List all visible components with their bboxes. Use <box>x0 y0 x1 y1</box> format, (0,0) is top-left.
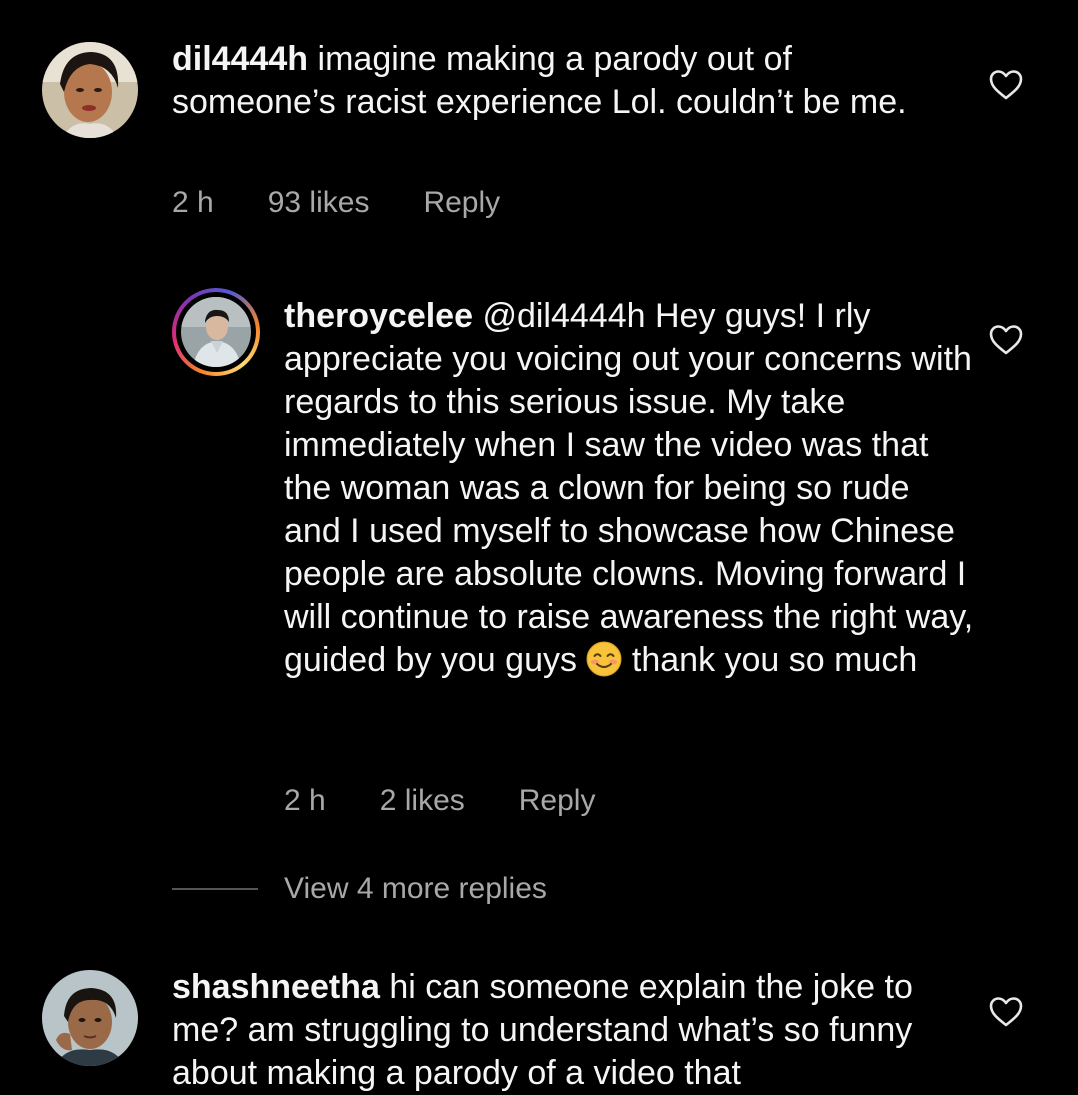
comment-text: Hey guys! I rly appreciate you voicing o… <box>284 297 974 679</box>
avatar-image-icon <box>181 297 251 367</box>
comment-text-after-emoji: thank you so much <box>631 641 918 679</box>
divider-line <box>172 888 258 890</box>
avatar-image-icon <box>42 42 138 138</box>
mention-link[interactable]: @dil4444h <box>482 297 645 335</box>
comment-meta: 2 h 2 likes Reply <box>284 784 595 818</box>
comment-likes[interactable]: 93 likes <box>268 186 370 220</box>
heart-outline-icon[interactable] <box>989 324 1023 356</box>
comment-meta: 2 h 93 likes Reply <box>172 186 500 220</box>
comment-username[interactable]: dil4444h <box>172 40 308 78</box>
avatar-dil4444h[interactable] <box>42 42 138 138</box>
avatar-image-icon <box>42 970 138 1066</box>
view-more-replies-label[interactable]: View 4 more replies <box>284 872 547 906</box>
comment-username[interactable]: theroycelee <box>284 297 473 335</box>
smiling-face-emoji <box>586 641 622 677</box>
view-more-replies[interactable]: View 4 more replies <box>172 872 547 906</box>
comment-time: 2 h <box>172 186 214 219</box>
comment-username[interactable]: shashneetha <box>172 968 380 1006</box>
reply-button[interactable]: Reply <box>519 784 596 818</box>
comment-time: 2 h <box>284 784 326 817</box>
heart-outline-icon[interactable] <box>989 69 1023 101</box>
heart-outline-icon[interactable] <box>989 996 1023 1028</box>
avatar-story-ring-theroycelee[interactable] <box>172 288 260 376</box>
avatar-shashneetha[interactable] <box>42 970 138 1066</box>
comment-likes[interactable]: 2 likes <box>380 784 465 818</box>
reply-button[interactable]: Reply <box>423 186 500 220</box>
